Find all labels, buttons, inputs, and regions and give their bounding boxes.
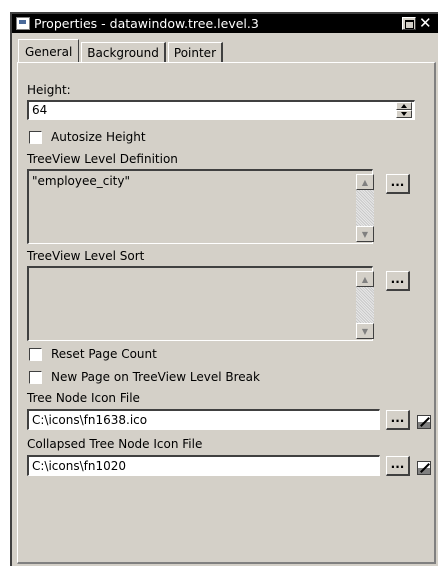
restore-icon[interactable] xyxy=(402,17,416,30)
height-label: Height: xyxy=(27,83,71,97)
new-page-on-level-break-box[interactable] xyxy=(29,370,42,384)
scroll-down-arrow-icon[interactable]: ▼ xyxy=(356,226,374,242)
level-definition-ellipsis-button[interactable]: ... xyxy=(386,174,410,194)
tab-general[interactable]: General xyxy=(18,39,80,63)
scroll-down-arrow-icon[interactable]: ▼ xyxy=(356,323,374,339)
window-title: Properties - datawindow.tree.level.3 xyxy=(34,16,259,31)
level-definition-label: TreeView Level Definition xyxy=(27,152,178,166)
level-definition-field[interactable]: "employee_city" xyxy=(27,169,373,244)
autosize-height-box[interactable] xyxy=(29,130,42,144)
autosize-height-checkbox[interactable]: Autosize Height xyxy=(29,130,146,144)
height-input[interactable]: 64 xyxy=(27,100,415,120)
close-icon[interactable]: ✕ xyxy=(419,16,433,31)
new-page-on-level-break-label: New Page on TreeView Level Break xyxy=(51,370,260,384)
spin-up-arrow-icon[interactable] xyxy=(396,102,412,110)
scroll-track[interactable] xyxy=(356,287,374,323)
autosize-height-label: Autosize Height xyxy=(51,130,146,144)
icon-picker-icon[interactable] xyxy=(417,461,431,475)
scroll-track[interactable] xyxy=(356,190,374,226)
tree-node-icon-file-input[interactable]: C:\icons\fn1638.ico xyxy=(27,409,380,430)
title-bar[interactable]: Properties - datawindow.tree.level.3 ✕ xyxy=(12,14,438,33)
level-sort-field[interactable] xyxy=(27,266,373,341)
tree-node-icon-file-label: Tree Node Icon File xyxy=(27,391,140,405)
tab-pointer[interactable]: Pointer xyxy=(167,42,224,63)
icon-picker-icon[interactable] xyxy=(417,415,431,429)
properties-window: Properties - datawindow.tree.level.3 ✕ G… xyxy=(10,12,438,566)
tree-node-icon-file-browse-button[interactable]: ... xyxy=(386,410,410,430)
scroll-up-arrow-icon[interactable]: ▲ xyxy=(356,271,374,287)
properties-window-icon xyxy=(16,17,30,30)
level-sort-scrollbar[interactable]: ▲ ▼ xyxy=(356,271,374,339)
collapsed-tree-node-icon-file-label: Collapsed Tree Node Icon File xyxy=(27,437,203,451)
level-sort-ellipsis-button[interactable]: ... xyxy=(386,271,410,291)
reset-page-count-checkbox[interactable]: Reset Page Count xyxy=(29,347,157,361)
scroll-up-arrow-icon[interactable]: ▲ xyxy=(356,174,374,190)
tab-background[interactable]: Background xyxy=(81,42,166,63)
collapsed-tree-node-icon-file-input[interactable]: C:\icons\fn1020 xyxy=(27,455,380,476)
height-spinner[interactable] xyxy=(396,102,412,119)
reset-page-count-box[interactable] xyxy=(29,347,42,361)
collapsed-tree-node-icon-file-browse-button[interactable]: ... xyxy=(386,456,410,476)
level-sort-label: TreeView Level Sort xyxy=(27,249,145,263)
new-page-on-level-break-checkbox[interactable]: New Page on TreeView Level Break xyxy=(29,370,260,384)
tab-strip: General Background Pointer xyxy=(18,39,225,63)
reset-page-count-label: Reset Page Count xyxy=(51,347,157,361)
level-definition-scrollbar[interactable]: ▲ ▼ xyxy=(356,174,374,242)
spin-down-arrow-icon[interactable] xyxy=(396,110,412,118)
